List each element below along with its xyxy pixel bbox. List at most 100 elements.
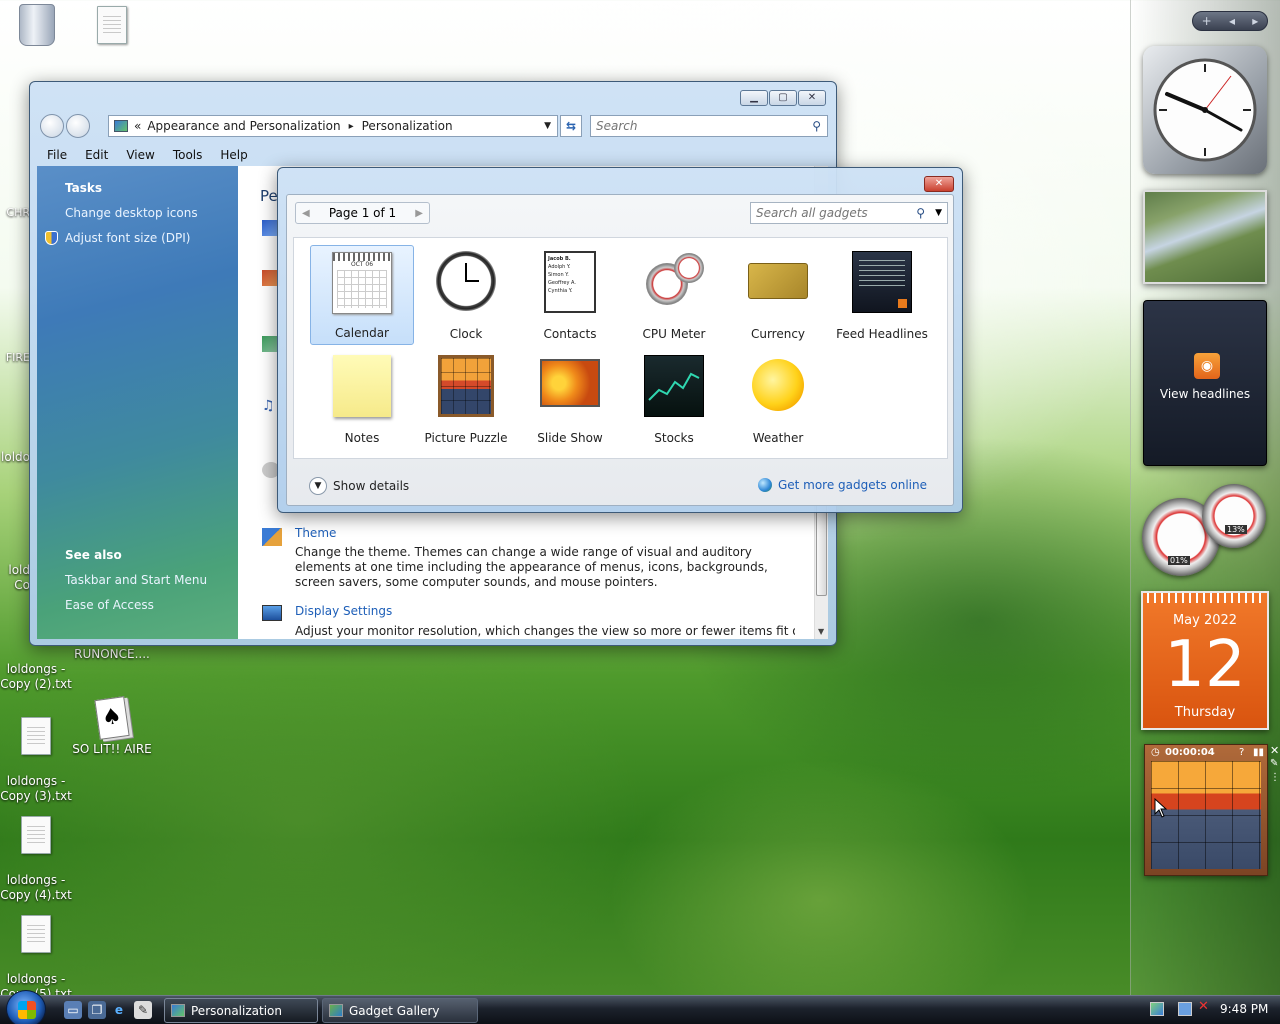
gadget-label: Stocks [654, 431, 694, 445]
desktop-icon-solitaire[interactable]: ♠ SO LIT!! AIRE [72, 696, 152, 757]
desktop-icon-runonce[interactable]: RUNONCE.... [72, 647, 152, 662]
see-also-taskbar[interactable]: Taskbar and Start Menu [65, 573, 207, 587]
tray-volume-muted-icon[interactable]: ✕ [1198, 999, 1209, 1014]
minimize-button[interactable]: ▁ [740, 90, 768, 106]
taskbar-button-gadget-gallery[interactable]: Gadget Gallery [322, 998, 478, 1023]
desktop-icon-loldo[interactable]: loldo [0, 450, 30, 465]
menu-tools[interactable]: Tools [173, 148, 203, 162]
previous-page-icon[interactable]: ◀ [302, 208, 310, 219]
gadget-clock[interactable]: Clock [414, 245, 518, 345]
desktop-icon-loldongs-copy-2[interactable]: loldongs - Copy (2).txt [0, 647, 76, 692]
gadget-stocks[interactable]: Stocks [622, 349, 726, 449]
clock-icon [436, 251, 496, 311]
add-gadget-button[interactable]: + [1202, 14, 1212, 28]
menu-file[interactable]: File [47, 148, 67, 162]
desktop-icon-recycle-bin[interactable] [0, 4, 77, 46]
start-button[interactable] [6, 990, 46, 1024]
contacts-thumb-entry: Simon Y. [548, 272, 569, 278]
puzzle-timer-icon[interactable]: ◷ [1151, 747, 1160, 758]
forward-button[interactable] [66, 114, 90, 138]
breadcrumb-item-personalization[interactable]: Personalization [362, 119, 453, 133]
chevron-down-icon[interactable]: ▼ [935, 208, 942, 218]
view-headlines-label[interactable]: View headlines [1144, 387, 1266, 401]
maximize-button[interactable]: ▢ [769, 90, 797, 106]
taskbar-button-personalization[interactable]: Personalization [164, 998, 318, 1023]
breadcrumb-item-appearance[interactable]: Appearance and Personalization [147, 119, 340, 133]
desktop-icon-chrome[interactable]: CHR [0, 205, 30, 220]
back-button[interactable] [40, 114, 64, 138]
next-page-icon[interactable]: ▶ [415, 208, 423, 219]
desktop-icon-firefox[interactable]: FIRE [0, 350, 30, 365]
gadget-close-icon[interactable]: ✕ [1270, 744, 1279, 757]
search-icon[interactable]: ⚲ [916, 206, 925, 220]
gadget-slide-show[interactable]: Slide Show [518, 349, 622, 449]
see-also-heading: See also [65, 548, 122, 562]
menu-help[interactable]: Help [220, 148, 247, 162]
desktop-icon-label: lold Co [8, 563, 30, 592]
desktop-icon-label: loldo [1, 450, 30, 464]
puzzle-help-button[interactable]: ? [1239, 747, 1244, 758]
tray-clock[interactable]: 9:48 PM [1220, 1002, 1268, 1016]
desktop-icon-loldongs-copy-5[interactable]: loldongs - Copy (5).txt [0, 900, 76, 1002]
tasks-heading: Tasks [65, 181, 103, 195]
taskbar-button-label: Personalization [191, 1003, 282, 1018]
search-icon[interactable]: ⚲ [812, 119, 821, 133]
internet-explorer-icon[interactable]: e [110, 1001, 128, 1019]
puzzle-pause-icon[interactable]: ▮▮ [1253, 747, 1264, 758]
shield-icon [45, 231, 58, 245]
theme-link[interactable]: Theme [295, 526, 336, 540]
desktop-icon-lold-co[interactable]: lold Co [0, 548, 30, 593]
gadget-label: Clock [449, 327, 483, 341]
close-button[interactable]: ✕ [798, 90, 826, 106]
get-more-gadgets-link[interactable]: Get more gadgets online [757, 478, 927, 492]
feed-headlines-gadget[interactable]: ◉ View headlines [1143, 300, 1267, 466]
gadget-feed-headlines[interactable]: Feed Headlines [830, 245, 934, 345]
gadget-contacts[interactable]: Jacob B. Adolph Y. Simon Y. Geoffrey A. … [518, 245, 622, 345]
gadget-options-icon[interactable]: ✎ [1270, 758, 1278, 769]
quick-launch-app-icon[interactable]: ✎ [134, 1001, 152, 1019]
search-input[interactable] [591, 119, 796, 133]
cpu-meter-icon [644, 251, 704, 313]
theme-icon [262, 528, 282, 546]
scroll-down-arrow-icon[interactable]: ▼ [818, 627, 824, 636]
gadget-notes[interactable]: Notes [310, 349, 414, 449]
gadget-label: Slide Show [537, 431, 603, 445]
gadget-calendar[interactable]: OCT 06 Calendar [310, 245, 414, 345]
sidebar-next-button[interactable]: ▸ [1252, 14, 1258, 28]
refresh-button[interactable]: ⇆ [560, 115, 582, 137]
cpu-meter-gadget[interactable]: 01% 13% [1140, 482, 1270, 576]
cpu-readout: 01% [1168, 556, 1190, 565]
tray-network-icon[interactable] [1178, 1002, 1192, 1016]
switch-windows-icon[interactable]: ❐ [88, 1001, 106, 1019]
chevron-down-icon[interactable]: ▼ [544, 121, 551, 131]
gadget-cpu-meter[interactable]: CPU Meter [622, 245, 726, 345]
clock-gadget[interactable] [1143, 46, 1267, 174]
see-also-ease-of-access[interactable]: Ease of Access [65, 598, 154, 612]
desktop-icon-text-file[interactable] [72, 6, 152, 48]
sidebar-previous-button[interactable]: ◂ [1229, 14, 1235, 28]
task-change-desktop-icons[interactable]: Change desktop icons [65, 206, 198, 220]
address-bar[interactable]: « Appearance and Personalization ▸ Perso… [108, 115, 558, 137]
gadget-label: Feed Headlines [836, 327, 928, 341]
show-desktop-icon[interactable]: ▭ [64, 1001, 82, 1019]
tray-sidebar-icon[interactable] [1150, 1002, 1164, 1016]
desktop-icon-loldongs-copy-4[interactable]: loldongs - Copy (4).txt [0, 801, 76, 903]
gallery-search-box[interactable]: ⚲ ▼ [750, 202, 948, 224]
menu-edit[interactable]: Edit [85, 148, 108, 162]
gadget-weather[interactable]: Weather [726, 349, 830, 449]
show-details-button[interactable]: ▼ Show details [309, 477, 409, 495]
puzzle-timer: 00:00:04 [1165, 747, 1215, 758]
search-box[interactable]: ⚲ [590, 115, 828, 137]
gadget-picture-puzzle[interactable]: Picture Puzzle [414, 349, 518, 449]
close-button[interactable]: ✕ [924, 176, 954, 192]
gadget-currency[interactable]: Currency [726, 245, 830, 345]
gadget-drag-handle-icon[interactable]: ⋮ [1270, 772, 1280, 783]
menu-view[interactable]: View [126, 148, 154, 162]
calendar-weekday: Thursday [1174, 705, 1236, 720]
calendar-gadget[interactable]: May 2022 12 Thursday [1141, 591, 1269, 730]
task-adjust-font-size[interactable]: Adjust font size (DPI) [65, 231, 190, 245]
gallery-search-input[interactable] [751, 206, 901, 220]
display-settings-link[interactable]: Display Settings [295, 604, 392, 618]
desktop-icon-loldongs-copy-3[interactable]: loldongs - Copy (3).txt [0, 702, 76, 804]
slide-show-gadget[interactable] [1143, 190, 1267, 284]
